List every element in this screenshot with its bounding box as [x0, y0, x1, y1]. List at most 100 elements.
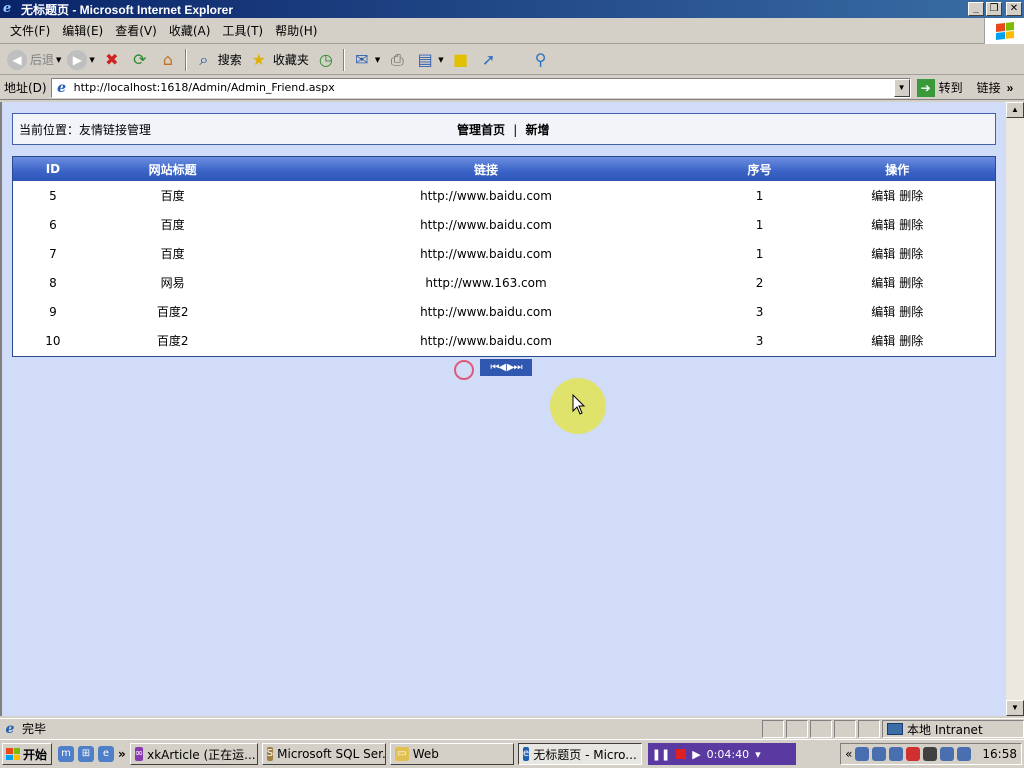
delete-link[interactable]: 删除	[899, 305, 923, 319]
search-button[interactable]: ⌕ 搜索	[190, 47, 245, 73]
tray-icon[interactable]	[855, 747, 870, 761]
taskbar-item[interactable]: S Microsoft SQL Ser...	[261, 743, 386, 765]
go-arrow-icon: ➔	[916, 78, 935, 97]
taskbar-item-active[interactable]: e 无标题页 - Micro...	[517, 743, 642, 765]
quicklaunch-icon[interactable]: m	[58, 746, 74, 762]
header-site-title: 网站标题	[92, 157, 253, 181]
tray-icon[interactable]	[872, 747, 887, 761]
breadcrumb: 当前位置：友情链接管理	[19, 123, 152, 137]
pause-icon[interactable]: ❚❚	[652, 748, 670, 761]
address-input[interactable]: e http://localhost:1618/Admin/Admin_Frie…	[50, 77, 911, 98]
edit-link[interactable]: 编辑	[871, 247, 895, 261]
status-cell	[786, 720, 808, 738]
tray-icon[interactable]	[923, 747, 938, 761]
add-new-link[interactable]: 新增	[525, 123, 549, 137]
chevron-right-icon[interactable]: »	[118, 747, 126, 761]
history-icon: ◷	[318, 50, 333, 69]
tray-icon[interactable]	[906, 747, 921, 761]
menu-help[interactable]: 帮助(H)	[269, 22, 323, 39]
edit-page-button[interactable]: ▤ ▼	[411, 47, 446, 73]
menu-file[interactable]: 文件(F)	[4, 22, 56, 39]
back-button[interactable]: ◀ 后退 ▼	[4, 47, 64, 73]
quicklaunch-icon[interactable]: ⊞	[78, 746, 94, 762]
delete-link[interactable]: 删除	[899, 189, 923, 203]
print-button[interactable]: ⎙	[383, 47, 411, 73]
go-button[interactable]: ➔ 转到	[916, 78, 963, 97]
cell-id: 7	[49, 246, 57, 261]
table-row: 5 百度 http://www.baidu.com 1 编辑 删除	[13, 181, 995, 210]
status-cell	[858, 720, 880, 738]
menu-tools[interactable]: 工具(T)	[216, 22, 269, 39]
chevron-down-icon[interactable]: ▼	[56, 56, 61, 64]
play-icon[interactable]: ▶	[692, 748, 700, 761]
edit-link[interactable]: 编辑	[871, 218, 895, 232]
delete-link[interactable]: 删除	[899, 247, 923, 261]
chevron-down-icon[interactable]: ▾	[755, 748, 761, 761]
restore-button[interactable]: ❐	[986, 2, 1002, 16]
edit-link[interactable]: 编辑	[871, 305, 895, 319]
ie-quicklaunch-icon[interactable]: e	[98, 746, 114, 762]
menu-edit[interactable]: 编辑(E)	[56, 22, 109, 39]
taskbar-item[interactable]: ▭ Web	[389, 743, 514, 765]
menu-favorites[interactable]: 收藏(A)	[163, 22, 217, 39]
menu-view[interactable]: 查看(V)	[109, 22, 163, 39]
window-title: 无标题页 - Microsoft Internet Explorer	[21, 2, 234, 17]
minimize-button[interactable]: _	[968, 2, 984, 16]
cell-title: 百度	[160, 247, 185, 261]
admin-home-link[interactable]: 管理首页	[457, 123, 505, 137]
chevron-right-icon[interactable]: »	[1007, 81, 1014, 95]
pager-controls[interactable]: ⏮◀ ▶⏭	[480, 359, 532, 376]
folder-icon: ▭	[394, 747, 409, 761]
header-actions: 操作	[799, 157, 995, 181]
start-button[interactable]: 开始	[2, 743, 52, 765]
cell-seq: 3	[755, 304, 764, 319]
tray-icon[interactable]	[957, 747, 972, 761]
click-indicator-ring	[454, 360, 474, 380]
scroll-up-icon[interactable]: ▲	[1006, 102, 1024, 118]
edit-link[interactable]: 编辑	[871, 276, 895, 290]
stop-button[interactable]: ✖	[98, 47, 126, 73]
tray-icon[interactable]	[940, 747, 955, 761]
home-icon: ⌂	[162, 50, 173, 69]
edit-link[interactable]: 编辑	[871, 189, 895, 203]
screen-recorder-widget[interactable]: ❚❚ ▶ 0:04:40 ▾	[647, 743, 796, 765]
scroll-down-icon[interactable]: ▼	[1006, 700, 1024, 716]
research-button[interactable]: ➚	[475, 47, 503, 73]
forward-button[interactable]: ▶ ▼	[64, 47, 97, 73]
favorites-button[interactable]: ★ 收藏夹	[245, 47, 312, 73]
cell-id: 10	[45, 333, 61, 348]
mail-button[interactable]: ✉ ▼	[348, 47, 383, 73]
home-button[interactable]: ⌂	[154, 47, 182, 73]
cell-title: 百度	[160, 218, 185, 232]
chevron-down-icon[interactable]: ▼	[375, 56, 380, 64]
mouse-cursor-icon	[572, 394, 586, 415]
intranet-icon	[887, 723, 903, 735]
address-url[interactable]: http://localhost:1618/Admin/Admin_Friend…	[74, 81, 335, 94]
messenger-button[interactable]: ⚲	[527, 47, 555, 73]
refresh-button[interactable]: ⟳	[126, 47, 154, 73]
favorites-label: 收藏夹	[272, 53, 309, 67]
chevron-left-icon[interactable]: «	[845, 747, 852, 761]
chevron-down-icon[interactable]: ▼	[438, 56, 443, 64]
cell-actions: 编辑 删除	[799, 210, 995, 239]
address-label: 地址(D)	[4, 81, 47, 95]
stop-icon[interactable]	[676, 749, 687, 759]
history-button[interactable]: ◷	[312, 47, 340, 73]
table-row: 8 网易 http://www.163.com 2 编辑 删除	[13, 268, 995, 297]
vertical-scrollbar[interactable]: ▲ ▼	[1006, 102, 1024, 716]
discuss-button[interactable]: ■	[447, 47, 475, 73]
cell-seq: 1	[755, 217, 764, 232]
links-button[interactable]: 链接	[977, 79, 1001, 96]
cell-actions: 编辑 删除	[799, 326, 995, 355]
taskbar-item[interactable]: ∞ xkArticle (正在运...	[129, 743, 258, 765]
chevron-down-icon[interactable]: ▼	[893, 78, 910, 97]
tray-icon[interactable]	[889, 747, 904, 761]
start-label: 开始	[23, 747, 48, 762]
delete-link[interactable]: 删除	[899, 276, 923, 290]
close-button[interactable]: ✕	[1006, 2, 1022, 16]
chevron-down-icon[interactable]: ▼	[89, 56, 94, 64]
edit-link[interactable]: 编辑	[871, 334, 895, 348]
delete-link[interactable]: 删除	[899, 334, 923, 348]
delete-link[interactable]: 删除	[899, 218, 923, 232]
cell-id: 6	[49, 217, 57, 232]
